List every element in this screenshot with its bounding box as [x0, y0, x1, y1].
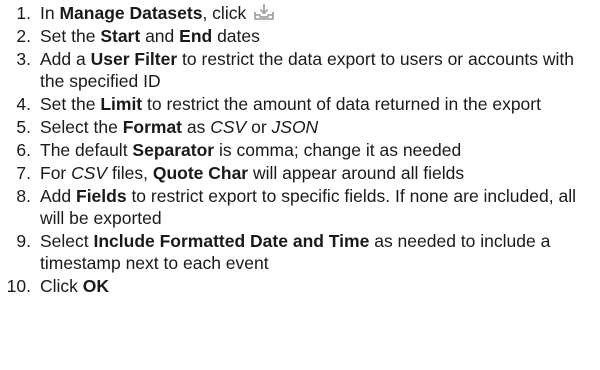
ui-term: Separator [132, 140, 215, 160]
step-text-run: Add a [40, 49, 91, 69]
ui-term: Manage Datasets [59, 3, 203, 23]
step-number: 3. [16, 49, 31, 69]
step-item: 1. In Manage Datasets, click [0, 2, 600, 24]
step-text-run: and [140, 26, 180, 46]
step-item: 10. Click OK [0, 275, 600, 297]
ui-term: Format [122, 117, 183, 137]
step-number: 5. [16, 117, 31, 137]
step-item: 5. Select the Format as CSV or JSON [0, 116, 600, 138]
step-text-run: Select [40, 231, 94, 251]
step-number: 4. [16, 94, 31, 114]
ui-term: OK [82, 276, 110, 296]
step-text: Select Include Formatted Date and Time a… [40, 231, 550, 273]
step-number: 7. [16, 163, 31, 183]
step-text-run: to restrict the amount of data returned … [142, 94, 541, 114]
step-text: The default Separator is comma; change i… [40, 140, 461, 160]
step-text-run: or [246, 117, 272, 137]
step-text-run: Set the [40, 26, 101, 46]
step-number: 8. [16, 186, 31, 206]
ui-term: Start [100, 26, 141, 46]
step-text-run: In [40, 3, 60, 23]
step-number: 2. [16, 26, 31, 46]
step-text: Set the Limit to restrict the amount of … [40, 94, 541, 114]
step-number: 10. [6, 276, 31, 296]
step-text-run: is comma; change it as needed [214, 140, 462, 160]
format-name: CSV [71, 163, 108, 183]
step-text: Set the Start and End dates [40, 26, 260, 46]
step-item: 9. Select Include Formatted Date and Time… [0, 230, 600, 274]
step-number: 1. [16, 3, 31, 23]
step-text-run: will appear around all fields [248, 163, 465, 183]
step-text: In Manage Datasets, click [40, 3, 275, 23]
step-text: Add Fields to restrict export to specifi… [40, 186, 576, 228]
step-number: 6. [16, 140, 31, 160]
ui-term: Fields [76, 186, 127, 206]
step-text-run: Add [40, 186, 76, 206]
step-text: Click OK [40, 276, 109, 296]
step-item: 4. Set the Limit to restrict the amount o… [0, 93, 600, 115]
format-name: CSV [210, 117, 247, 137]
ui-term: Limit [100, 94, 143, 114]
step-text-run: Select the [40, 117, 123, 137]
ui-term: End [179, 26, 213, 46]
step-text-run: For [40, 163, 72, 183]
export-download-icon [253, 3, 275, 21]
step-text-run: as [182, 117, 211, 137]
ui-term: Include Formatted Date and Time [93, 231, 370, 251]
step-number: 9. [16, 231, 31, 251]
step-text-run: The default [40, 140, 133, 160]
step-item: 2. Set the Start and End dates [0, 25, 600, 47]
step-text-run: files, [107, 163, 153, 183]
ui-term: Quote Char [152, 163, 249, 183]
step-text: Select the Format as CSV or JSON [40, 117, 318, 137]
instruction-steps-list: 1. In Manage Datasets, click 2. Set the St… [0, 2, 600, 298]
step-text: Add a User Filter to restrict the data e… [40, 49, 574, 91]
step-item: 7. For CSV files, Quote Char will appear … [0, 162, 600, 184]
step-item: 6. The default Separator is comma; change… [0, 139, 600, 161]
ui-term: User Filter [90, 49, 178, 69]
step-item: 8. Add Fields to restrict export to speci… [0, 185, 600, 229]
format-name: JSON [271, 117, 319, 137]
step-item: 3. Add a User Filter to restrict the data… [0, 48, 600, 92]
step-text-run: Set the [40, 94, 101, 114]
step-text-run: dates [212, 26, 260, 46]
step-text-run: , click [202, 3, 252, 23]
step-text: For CSV files, Quote Char will appear ar… [40, 163, 464, 183]
step-text-run: Click [40, 276, 83, 296]
